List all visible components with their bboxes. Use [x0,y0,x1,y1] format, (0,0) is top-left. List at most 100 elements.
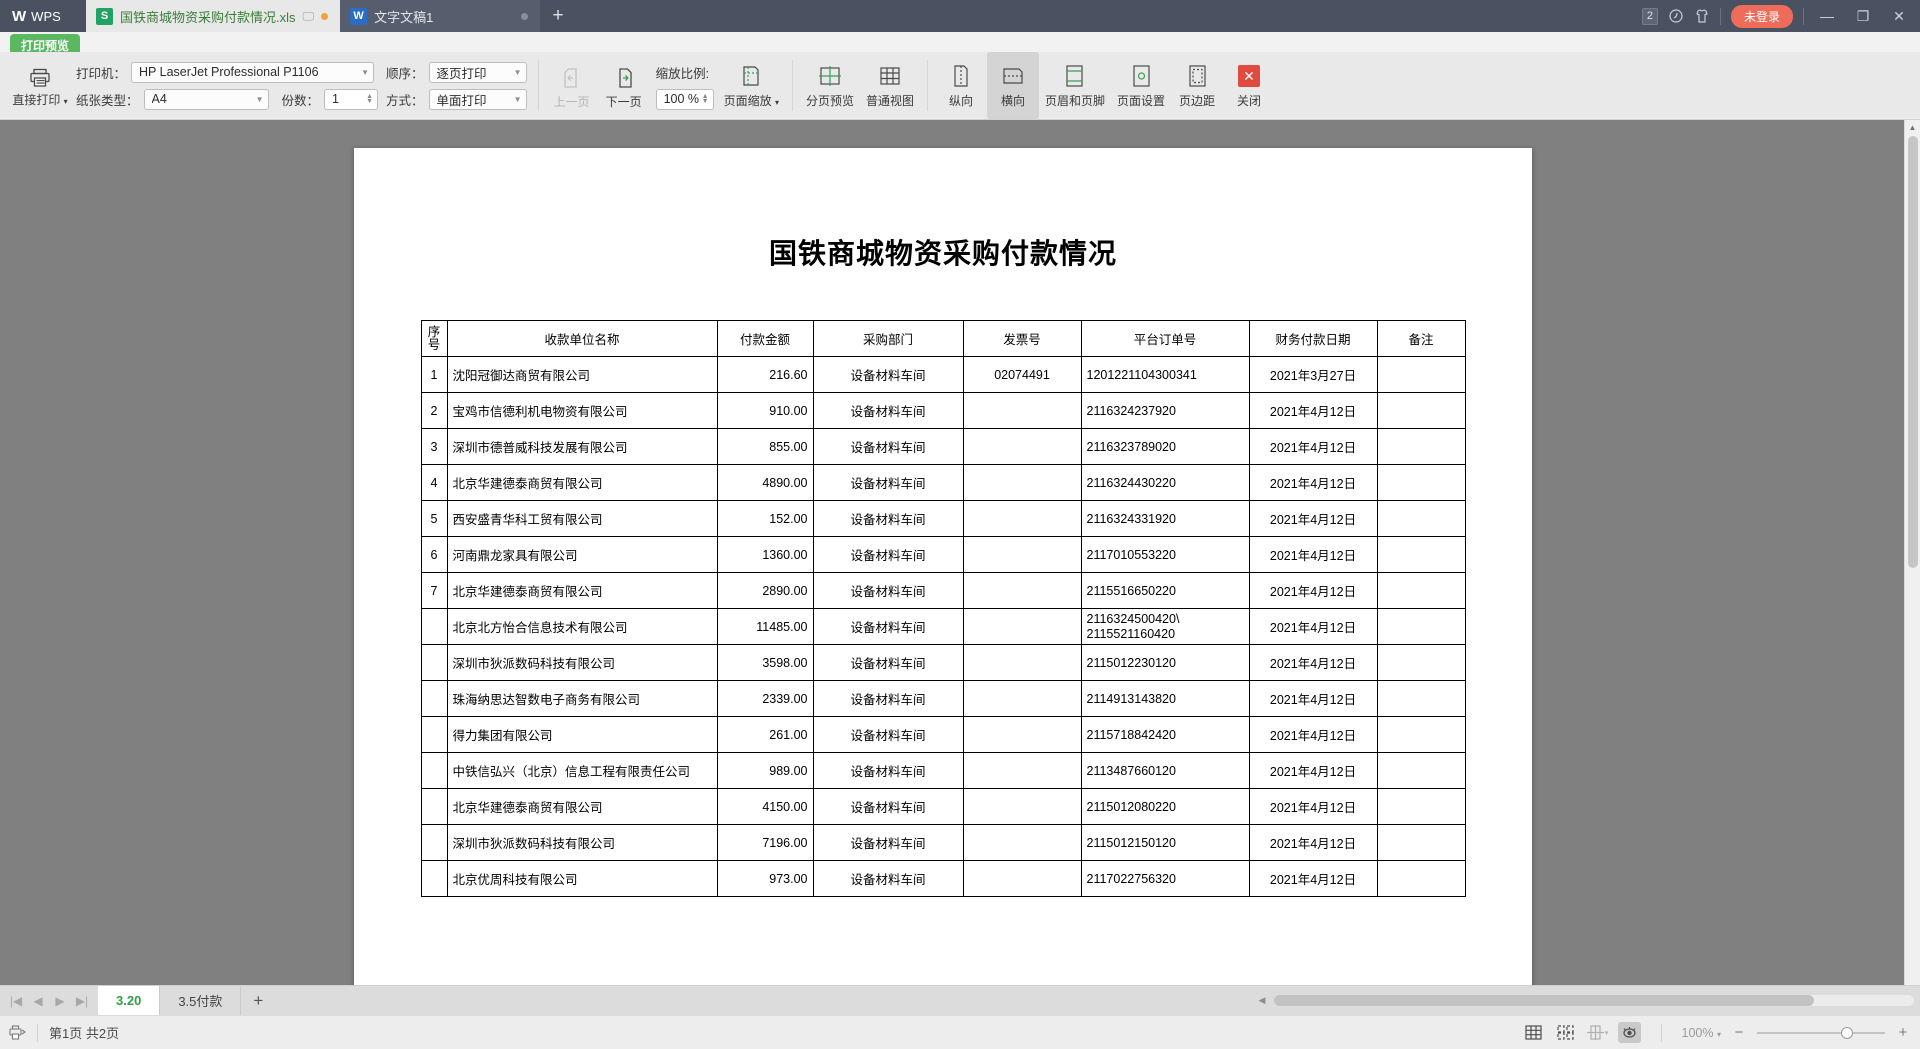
horizontal-scrollbar-thumb[interactable] [1274,995,1814,1006]
page-setup-label: 页面设置 [1117,94,1166,108]
paper-type-select[interactable]: A4 ▼ [143,88,269,110]
close-preview-button[interactable]: ✕ 关闭 [1223,52,1275,119]
printer-label: 打印机： [76,66,127,81]
page-scale-icon [739,64,763,88]
document-tab-doc[interactable]: W 文字文稿1 [340,0,541,32]
vertical-scrollbar-thumb[interactable] [1908,136,1918,568]
page-scale-button[interactable]: 页面缩放 ▾ [718,52,785,119]
first-sheet-button[interactable]: |◀ [6,994,26,1008]
cell-text: 中铁信弘兴（北京）信息工程有限责任公司 [452,765,691,779]
print-preview-toolbar: 直接打印 ▾ 打印机： HP LaserJet Professional P11… [0,52,1920,120]
row-order-number: 2114913143820 [1080,680,1250,717]
spinner-arrows-icon[interactable]: ▲ ▼ [702,93,709,105]
header-footer-button[interactable]: 页眉和页脚 [1039,52,1111,119]
vertical-scrollbar[interactable]: ▲ [1904,120,1920,985]
skin-shirt-icon[interactable] [1694,8,1710,24]
normal-view-icon[interactable] [1522,1022,1545,1043]
direct-print-button[interactable]: 直接打印 ▾ [8,52,72,119]
scroll-up-arrow-icon[interactable]: ▲ [1905,120,1920,136]
minimize-button[interactable]: — [1814,8,1840,24]
print-preview-status-icon[interactable] [8,1024,26,1041]
prev-page-button[interactable]: 上一页 [546,52,598,119]
row-amount: 152.00 [716,500,814,537]
row-order-number: 2113487660120 [1080,752,1250,789]
close-preview-icon: ✕ [1238,64,1261,88]
row-invoice-number [962,644,1082,681]
prev-sheet-button[interactable]: ◀ [28,994,48,1008]
zoom-slider-knob[interactable] [1841,1026,1853,1039]
reading-mode-icon[interactable] [1617,1022,1641,1043]
row-order-number: 2116323789020 [1080,428,1250,465]
maximize-restore-button[interactable]: ❐ [1850,8,1876,25]
portrait-orientation-button[interactable]: 纵向 [935,52,987,119]
next-page-label: 下一页 [605,94,642,109]
login-status-button[interactable]: 未登录 [1730,4,1793,28]
row-invoice-number [962,572,1082,609]
close-window-button[interactable]: ✕ [1886,8,1912,25]
page-margins-button[interactable]: 页边距 [1171,52,1223,119]
page-break-view-icon[interactable] [1554,1022,1577,1043]
window-count-badge[interactable]: 2 [1641,7,1658,25]
zoom-level-label[interactable]: 100% ▾ [1682,1026,1721,1040]
document-tab-xls[interactable]: S 国铁商城物资采购付款情况.xls 🖵 [86,0,341,32]
paper-row: 纸张类型： A4 ▼ 份数： 1 ▲ ▼ [76,88,379,110]
divider [1660,1023,1662,1042]
column-header-index: 序号 [420,320,448,357]
next-sheet-button[interactable]: ▶ [50,994,70,1008]
row-payee-name: 珠海纳思达智数电子商务有限公司 [446,680,718,717]
row-order-number: 2115718842420 [1080,716,1250,753]
page-info-label: 第1页 共2页 [49,1026,120,1041]
title-bar-right-controls: 2 未登录 — ❐ ✕ [1641,0,1920,32]
cell-text: 深圳市德普威科技发展有限公司 [452,441,628,455]
cloud-sync-icon[interactable] [1668,8,1684,24]
row-payment-date: 2021年3月27日 [1248,356,1378,393]
row-amount: 216.60 [716,356,814,393]
column-header-department: 采购部门 [812,320,964,357]
row-remark [1376,860,1466,897]
table-row: 7 北京华建德泰商贸有限公司 2890.00 设备材料车间 2115516650220 2… [420,572,1466,609]
new-tab-button[interactable]: + [540,0,577,32]
zoom-in-button[interactable]: + [1894,1024,1912,1041]
page-break-preview-button[interactable]: 分页预览 [800,52,860,119]
add-sheet-button[interactable]: + [241,986,275,1015]
document-tab-label: 国铁商城物资采购付款情况.xls [120,9,296,25]
preview-badge-row: 打印预览 [0,32,1920,57]
page-layout-view-icon[interactable]: ▾ [1586,1022,1609,1043]
monitor-icon[interactable]: 🖵 [303,9,315,24]
unsaved-dot-icon [521,12,529,20]
page-setup-button[interactable]: 页面设置 [1111,52,1171,119]
mode-select[interactable]: 单面打印 ▼ [428,88,527,110]
last-sheet-button[interactable]: ▶| [72,994,92,1008]
divider [37,1023,38,1042]
printer-select[interactable]: HP LaserJet Professional P1106 ▼ [131,61,375,83]
row-remark [1376,428,1466,465]
zoom-out-button[interactable]: − [1730,1024,1748,1041]
row-remark [1376,680,1466,717]
normal-view-button[interactable]: 普通视图 [860,52,920,119]
order-select[interactable]: 逐页打印 ▼ [428,61,527,83]
row-amount: 4890.00 [716,464,814,501]
row-remark [1376,464,1466,501]
next-page-button[interactable]: 下一页 [598,52,650,119]
sheet-tab-35payment[interactable]: 3.5付款 [160,986,242,1015]
copies-input[interactable]: 1 ▲ ▼ [324,88,379,110]
zoom-ratio-input[interactable]: 100 % ▲ ▼ [655,88,714,110]
zoom-slider[interactable] [1757,1026,1885,1039]
cell-text: 深圳市狄派数码科技有限公司 [452,657,616,671]
divider [926,60,928,111]
cell-text: 北京华建德泰商贸有限公司 [452,801,603,815]
wps-logo[interactable]: W WPS [0,0,86,32]
table-row: 珠海纳思达智数电子商务有限公司 2339.00 设备材料车间 211491314382… [420,680,1466,717]
row-department: 设备材料车间 [812,860,964,897]
row-payment-date: 2021年4月12日 [1248,644,1378,681]
landscape-orientation-button[interactable]: 横向 [986,52,1039,119]
row-payee-name: 深圳市德普威科技发展有限公司 [446,428,718,465]
spinner-arrows-icon[interactable]: ▲ ▼ [366,93,373,105]
sheet-tab-320[interactable]: 3.20 [98,986,161,1015]
row-invoice-number [962,428,1082,465]
row-payment-date: 2021年4月12日 [1248,500,1378,537]
row-order-number: 1201221104300341 [1080,356,1250,393]
scroll-left-arrow-icon[interactable]: ◀ [1254,995,1270,1006]
horizontal-scrollbar[interactable] [1274,995,1914,1006]
row-index: 3 [420,428,448,465]
